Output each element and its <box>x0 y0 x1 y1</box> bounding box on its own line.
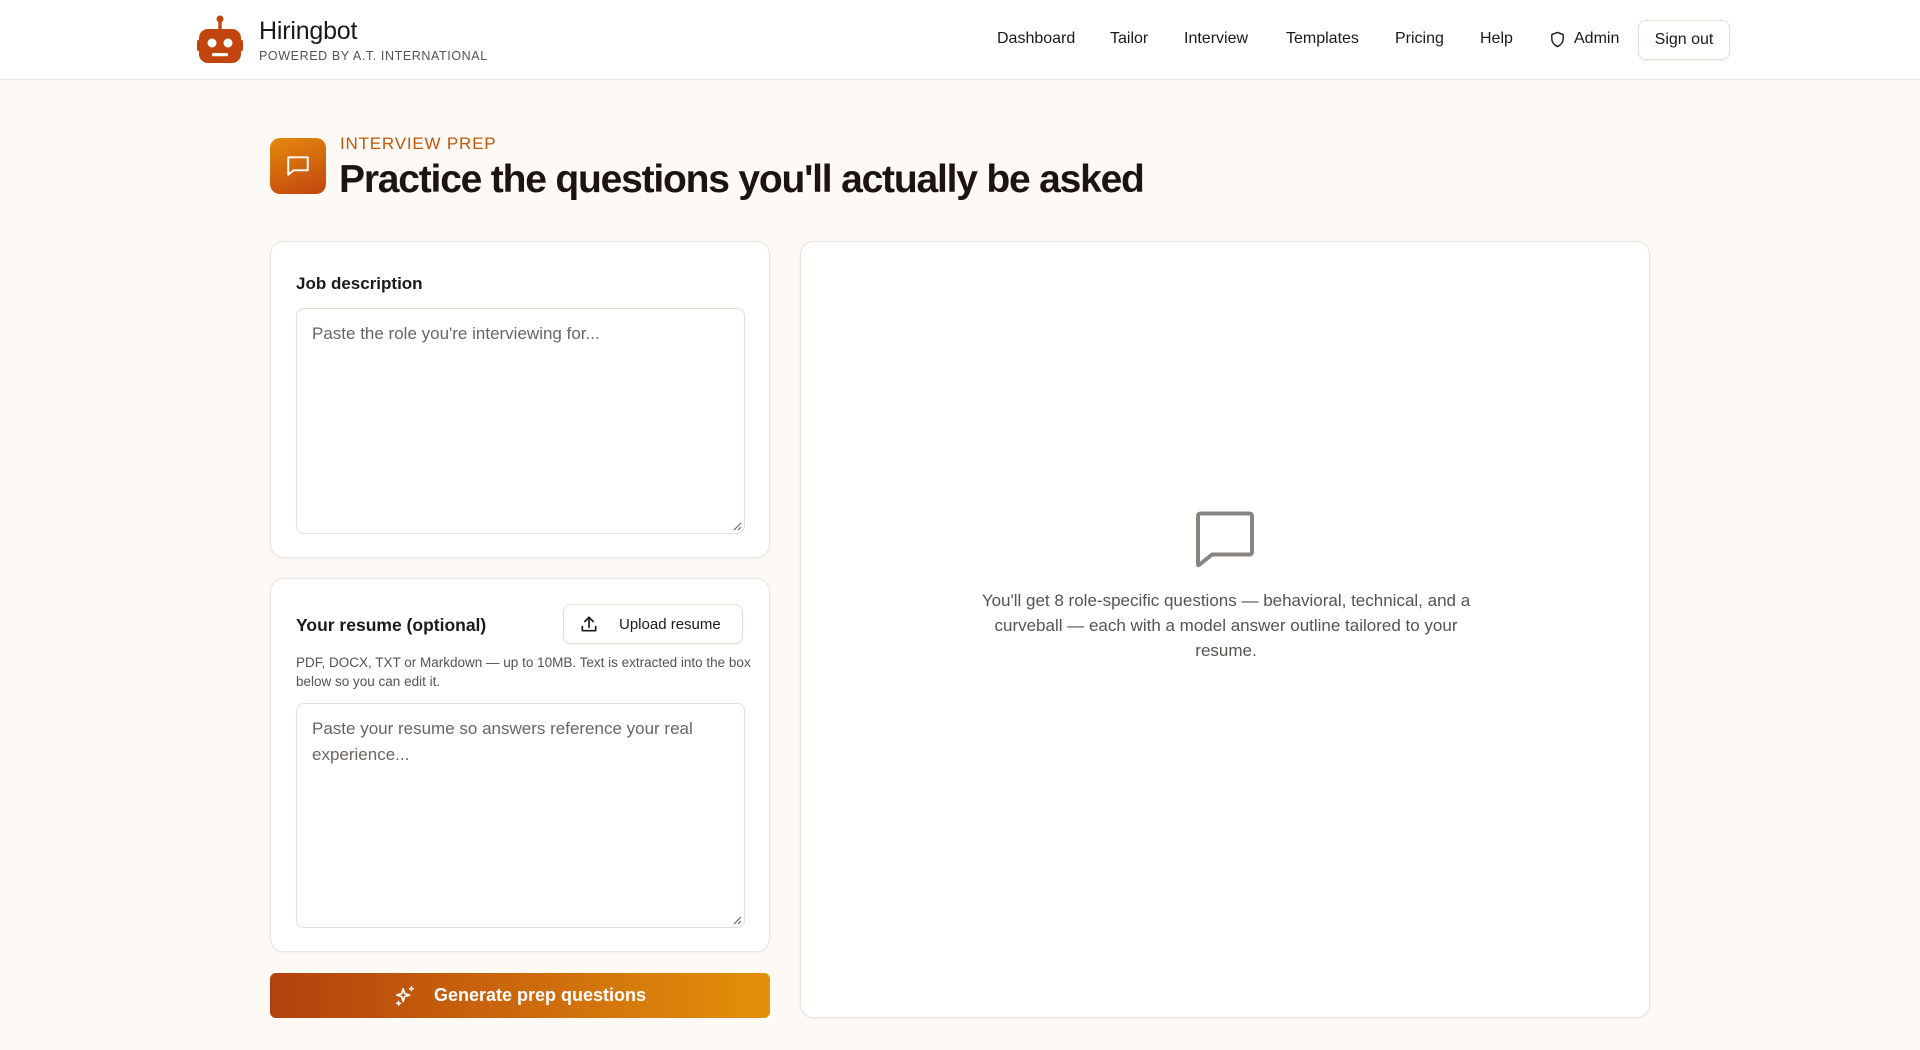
resume-placeholder: Paste your resume so answers reference y… <box>312 719 693 764</box>
message-square-icon <box>287 156 309 176</box>
job-description-placeholder: Paste the role you're interviewing for..… <box>312 324 600 343</box>
sign-out-button[interactable]: Sign out <box>1638 20 1730 60</box>
nav-admin-label: Admin <box>1574 30 1620 47</box>
resume-label: Your resume (optional) <box>296 615 487 635</box>
brand-tagline: POWERED BY A.T. INTERNATIONAL <box>259 49 488 63</box>
empty-state-text: You'll get 8 role-specific questions — b… <box>981 591 1471 660</box>
job-description-card: Job description Paste the role you're in… <box>270 241 770 558</box>
message-square-icon <box>1196 511 1254 568</box>
job-description-textarea[interactable]: Paste the role you're interviewing for..… <box>296 308 745 534</box>
nav-pricing[interactable]: Pricing <box>1395 28 1444 50</box>
top-navigation-bar: Hiringbot POWERED BY A.T. INTERNATIONAL … <box>0 0 1920 80</box>
nav-interview[interactable]: Interview <box>1184 28 1248 50</box>
page-title: Practice the questions you'll actually b… <box>339 158 1145 201</box>
brand[interactable]: Hiringbot POWERED BY A.T. INTERNATIONAL <box>197 15 488 65</box>
upload-resume-label: Upload resume <box>619 615 721 633</box>
nav-help[interactable]: Help <box>1480 28 1513 50</box>
page-eyebrow: INTERVIEW PREP <box>340 134 497 153</box>
page-icon <box>270 138 326 194</box>
generate-prep-questions-label: Generate prep questions <box>433 985 647 1005</box>
upload-icon <box>581 616 597 632</box>
nav-tailor[interactable]: Tailor <box>1110 28 1148 50</box>
sparkles-icon <box>395 985 415 1006</box>
generate-prep-questions-button[interactable]: Generate prep questions <box>270 973 770 1018</box>
resize-handle-icon[interactable] <box>732 915 742 925</box>
brand-name: Hiringbot <box>259 17 358 45</box>
upload-resume-button[interactable]: Upload resume <box>563 604 743 644</box>
resume-upload-hint: PDF, DOCX, TXT or Markdown — up to 10MB.… <box>296 655 751 689</box>
resume-textarea[interactable]: Paste your resume so answers reference y… <box>296 703 745 928</box>
nav-admin[interactable]: Admin <box>1549 28 1619 50</box>
job-description-label: Job description <box>296 274 423 293</box>
resume-card: Your resume (optional) Upload resume PDF… <box>270 578 770 952</box>
output-panel: You'll get 8 role-specific questions — b… <box>800 241 1650 1018</box>
shield-icon <box>1551 31 1564 47</box>
resize-handle-icon[interactable] <box>732 521 742 531</box>
nav-dashboard[interactable]: Dashboard <box>997 28 1075 50</box>
nav-templates[interactable]: Templates <box>1286 28 1359 50</box>
robot-icon <box>197 15 243 63</box>
